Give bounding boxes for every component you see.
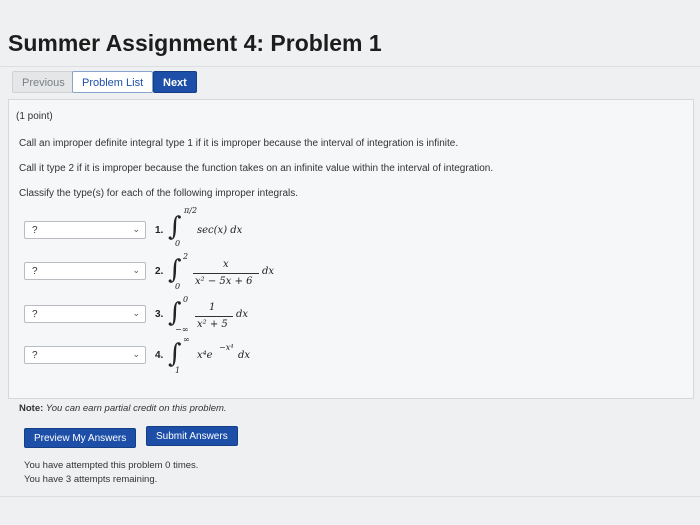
note-label: Note: (19, 403, 44, 414)
point-value: (1 point) (16, 111, 53, 122)
exponent-4: −x⁴ (219, 343, 234, 352)
attempts-made: You have attempted this problem 0 times. (24, 460, 199, 471)
problem-text-type2: Call it type 2 if it is improper because… (19, 163, 494, 174)
type-select-2[interactable]: ? ⌄ (24, 262, 146, 280)
item-number-4: 4. (155, 350, 164, 361)
denominator-3: x² + 5 (197, 319, 228, 330)
fraction-bar-2 (193, 273, 259, 274)
next-button[interactable]: Next (153, 71, 197, 93)
lower-limit-3: −∞ (175, 325, 189, 334)
upper-limit-2: 2 (183, 252, 189, 261)
denominator-2: x² − 5x + 6 (195, 276, 253, 287)
select-value: ? (32, 266, 38, 277)
problem-instructions: Classify the type(s) for each of the fol… (19, 188, 299, 199)
upper-limit-3: 0 (183, 295, 189, 304)
integrand-1: sec(x) dx (197, 225, 243, 236)
type-select-4[interactable]: ? ⌄ (24, 346, 146, 364)
chevron-down-icon: ⌄ (132, 224, 140, 234)
chevron-down-icon: ⌄ (132, 265, 140, 275)
numerator-2: x (223, 259, 229, 270)
chevron-down-icon: ⌄ (132, 349, 140, 359)
differential-3: dx (236, 309, 249, 320)
attempts-remaining: You have 3 attempts remaining. (24, 474, 158, 485)
preview-answers-button[interactable]: Preview My Answers (24, 428, 137, 448)
item-number-1: 1. (155, 225, 164, 236)
type-select-3[interactable]: ? ⌄ (24, 305, 146, 323)
integrand-4: x⁴e (197, 350, 213, 361)
item-number-3: 3. (155, 309, 164, 320)
integral-sign-4: ∫ (168, 339, 182, 369)
select-value: ? (32, 350, 38, 361)
problem-list-button[interactable]: Problem List (72, 71, 154, 93)
chevron-down-icon: ⌄ (132, 308, 140, 318)
header-divider (0, 66, 700, 67)
type-select-1[interactable]: ? ⌄ (24, 221, 146, 239)
previous-button[interactable]: Previous (12, 71, 75, 93)
differential-4: dx (238, 350, 251, 361)
integral-sign-3: ∫ (168, 298, 182, 328)
lower-limit-4: 1 (175, 366, 181, 375)
integral-sign-1: ∫ (168, 212, 182, 242)
lower-limit-1: 0 (175, 239, 181, 248)
select-value: ? (32, 309, 38, 320)
page-title: Summer Assignment 4: Problem 1 (8, 30, 382, 56)
item-number-2: 2. (155, 266, 164, 277)
fraction-bar-3 (195, 316, 233, 317)
differential-2: dx (262, 266, 275, 277)
footer-divider (0, 496, 700, 497)
note-text: You can earn partial credit on this prob… (45, 403, 227, 414)
numerator-3: 1 (209, 302, 216, 313)
lower-limit-2: 0 (175, 282, 181, 291)
integral-sign-2: ∫ (168, 255, 182, 285)
partial-credit-note: Note: You can earn partial credit on thi… (19, 403, 227, 414)
problem-text-type1: Call an improper definite integral type … (19, 138, 459, 149)
select-value: ? (32, 225, 38, 236)
upper-limit-1: π/2 (184, 206, 198, 215)
submit-answers-button[interactable]: Submit Answers (146, 426, 238, 446)
upper-limit-4: ∞ (183, 335, 190, 344)
